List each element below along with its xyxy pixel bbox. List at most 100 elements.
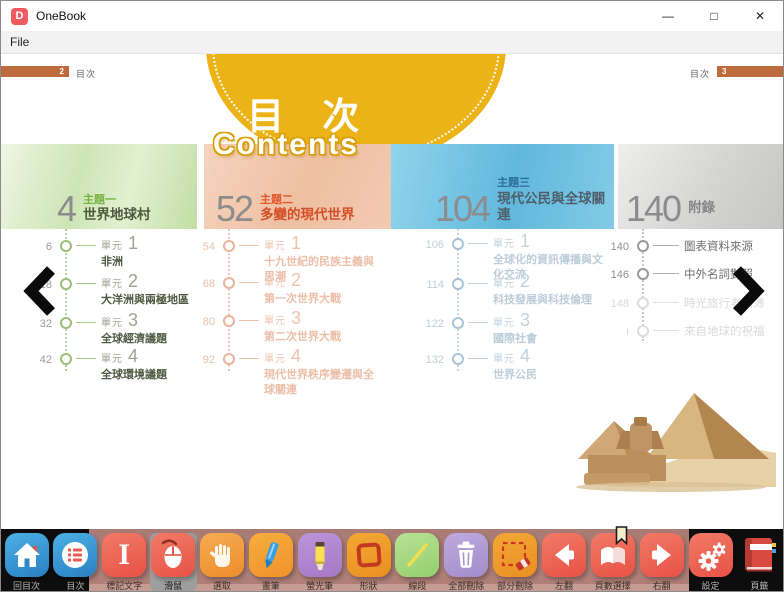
section-page-number: 4: [57, 194, 75, 224]
tool-label: 頁數選擇: [595, 579, 631, 592]
tool-settings[interactable]: 設定: [687, 533, 734, 591]
page-next-arrow[interactable]: [731, 266, 767, 316]
unit-title: 第二次世界大戰: [264, 330, 384, 345]
tool-label: 回目次: [13, 579, 40, 592]
unit-page: 148: [595, 293, 629, 310]
tool-page-tabs[interactable]: 頁籤: [736, 533, 783, 591]
menu-file[interactable]: File: [1, 35, 38, 49]
unit-dash: [468, 322, 488, 323]
tool-delete-all[interactable]: 全部刪除: [443, 533, 490, 591]
page-previous-arrow[interactable]: [21, 266, 57, 316]
unit-page: 80: [181, 311, 215, 328]
unit-page: 68: [181, 273, 215, 290]
toc-entry[interactable]: 146 中外名詞對照: [595, 264, 753, 282]
section-page-number: 52: [216, 194, 252, 224]
menu-bar: File: [1, 31, 783, 54]
sphinx-pyramids-image: [576, 387, 776, 492]
unit-label: 單元: [493, 235, 515, 250]
tool-partial-delete[interactable]: 部分刪除: [492, 533, 539, 591]
highlighter-icon: [298, 533, 342, 577]
toc-entry[interactable]: 68 單元2 第一次世界大戰: [181, 273, 384, 307]
tool-label: 左翻: [555, 579, 573, 592]
unit-dot: [60, 240, 72, 252]
home-icon: [5, 533, 49, 577]
unit-page: 122: [410, 313, 444, 330]
unit-label: 單元: [264, 237, 286, 252]
unit-page: I: [595, 321, 629, 338]
unit-page: 6: [18, 236, 52, 253]
unit-dash: [468, 243, 488, 244]
trash-icon: [444, 533, 488, 577]
tool-label: 標記文字: [106, 579, 142, 592]
tool-toc[interactable]: 目次: [52, 533, 99, 591]
tool-select[interactable]: 選取: [198, 533, 245, 591]
partial-erase-icon: [493, 533, 537, 577]
toc-entry[interactable]: 122 單元3 國際社會: [410, 313, 613, 347]
unit-title: 現代世界秩序變遷與全球關連: [264, 368, 384, 398]
toc-entry[interactable]: 92 單元4 現代世界秩序變遷與全球關連: [181, 349, 384, 398]
toc-entry[interactable]: 80 單元3 第二次世界大戰: [181, 311, 384, 345]
unit-dot: [60, 353, 72, 365]
toc-entry[interactable]: 140 圖表資料來源: [595, 236, 753, 254]
section-name: 多變的現代世界: [260, 207, 355, 223]
unit-dot: [223, 240, 235, 252]
pen-icon: [249, 533, 293, 577]
unit-page: 106: [410, 234, 444, 251]
tool-label: 全部刪除: [448, 579, 484, 592]
tool-mark-text[interactable]: I 標記文字: [101, 533, 148, 591]
unit-dot: [452, 317, 464, 329]
unit-label: 單元: [493, 314, 515, 329]
section-theme: 主題二: [260, 194, 355, 207]
section-banner-3[interactable]: 104 主題三 現代公民與全球關連: [391, 144, 614, 229]
unit-dot: [452, 353, 464, 365]
tool-label: 設定: [702, 579, 720, 592]
unit-label: 單元: [264, 350, 286, 365]
minimize-button[interactable]: —: [645, 1, 691, 31]
section-name: 附錄: [688, 200, 715, 216]
tool-shape[interactable]: 形狀: [345, 533, 392, 591]
tool-line[interactable]: 線段: [394, 533, 441, 591]
unit-dot: [60, 317, 72, 329]
unit-dash: [653, 302, 679, 303]
tool-label: 畫筆: [262, 579, 280, 592]
unit-dot: [452, 238, 464, 250]
section-banner-1[interactable]: 4 主題一 世界地球村: [1, 144, 197, 229]
tool-highlighter[interactable]: 螢光筆: [296, 533, 343, 591]
unit-number: 3: [520, 311, 530, 329]
arrow-right-icon: [640, 533, 684, 577]
unit-label: 單元: [101, 314, 123, 329]
maximize-button[interactable]: □: [691, 1, 737, 31]
unit-number: 2: [520, 272, 530, 290]
section-theme: 主題一: [83, 194, 151, 207]
section-page-number: 104: [435, 194, 489, 224]
toc-entry[interactable]: I 來自地球的祝福: [595, 321, 765, 339]
unit-title: 來自地球的祝福: [684, 323, 765, 339]
unit-dash: [239, 320, 259, 321]
section-theme: 主題三: [497, 177, 614, 190]
line-icon: [395, 533, 439, 577]
unit-number: 1: [291, 234, 301, 252]
unit-dot: [223, 277, 235, 289]
close-button[interactable]: ✕: [737, 1, 783, 31]
section-name: 世界地球村: [83, 207, 151, 223]
page-picker-icon: [591, 533, 635, 577]
tool-mouse[interactable]: 滑鼠: [150, 533, 197, 591]
unit-dot: [452, 278, 464, 290]
tool-flip-right[interactable]: 右翻: [638, 533, 685, 591]
toc-entry[interactable]: 114 單元2 科技發展與科技倫理: [410, 274, 613, 308]
section-banner-appendix[interactable]: 140 附錄: [618, 144, 784, 229]
toc-entry[interactable]: 132 單元4 世界公民: [410, 349, 613, 383]
tool-pen[interactable]: 畫筆: [247, 533, 294, 591]
tool-label: 右翻: [653, 579, 671, 592]
unit-dash: [468, 358, 488, 359]
unit-dash: [239, 358, 259, 359]
unit-page: 54: [181, 236, 215, 253]
tool-label: 線段: [408, 579, 426, 592]
unit-page: 132: [410, 349, 444, 366]
unit-number: 4: [520, 347, 530, 365]
tool-flip-left[interactable]: 左翻: [540, 533, 587, 591]
unit-dot: [637, 325, 649, 337]
tool-back-to-toc[interactable]: 回目次: [3, 533, 50, 591]
unit-page: 92: [181, 349, 215, 366]
tool-page-picker[interactable]: 頁數選擇: [589, 533, 636, 591]
